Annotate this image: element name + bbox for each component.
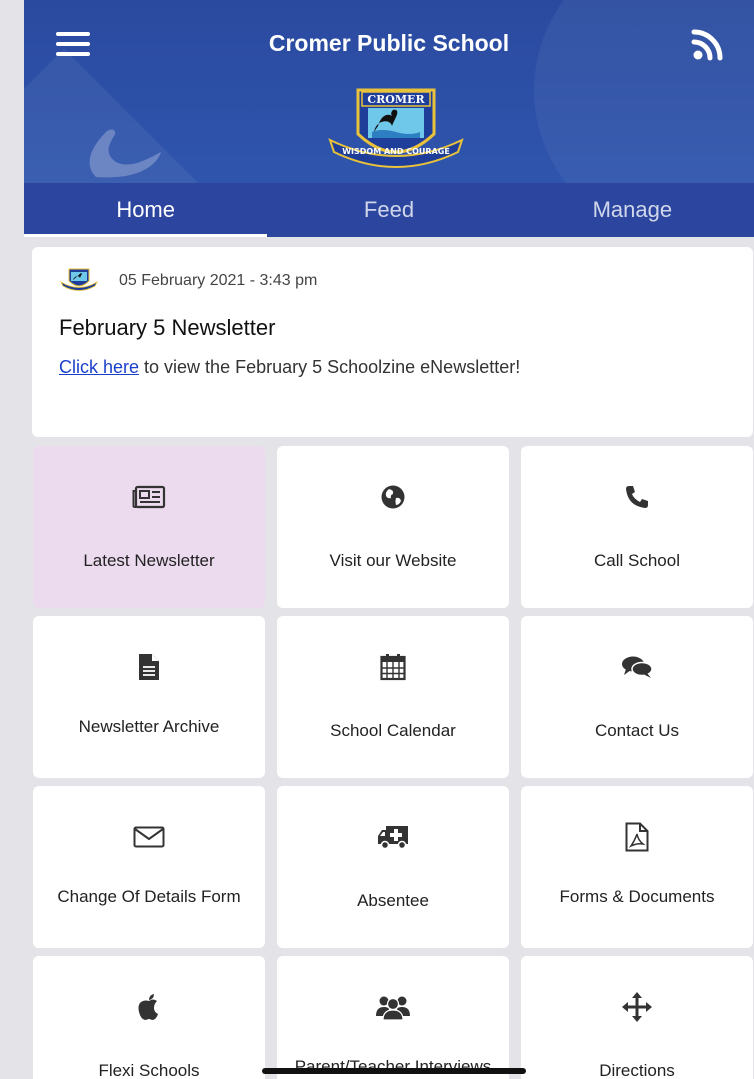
tile-label: Latest Newsletter bbox=[83, 551, 215, 571]
post-school-logo bbox=[60, 268, 98, 291]
tile-label: Contact Us bbox=[594, 721, 680, 741]
tile-absentee[interactable]: Absentee bbox=[277, 786, 509, 948]
crest-name-text: CROMER bbox=[367, 93, 425, 106]
post-body: Click here to view the February 5 School… bbox=[59, 357, 520, 378]
pdf-icon bbox=[625, 822, 649, 852]
tile-label: Directions bbox=[599, 1061, 675, 1079]
rss-feed-icon[interactable] bbox=[690, 28, 724, 62]
tile-flexi-schools[interactable]: Flexi Schools bbox=[33, 956, 265, 1079]
click-here-link[interactable]: Click here bbox=[59, 357, 139, 377]
tab-home[interactable]: Home bbox=[24, 183, 268, 237]
tile-change-of-details[interactable]: Change Of Details Form bbox=[33, 786, 265, 948]
tile-contact-us[interactable]: Contact Us bbox=[521, 616, 753, 778]
tile-label: Flexi Schools bbox=[98, 1061, 200, 1079]
school-crest-logo: CROMER WISDOM AND COURAGE bbox=[328, 88, 464, 168]
tile-newsletter-archive[interactable]: Newsletter Archive bbox=[33, 616, 265, 778]
chat-icon bbox=[622, 656, 653, 678]
home-indicator-bar[interactable] bbox=[262, 1068, 526, 1074]
tile-forms-documents[interactable]: Forms & Documents bbox=[521, 786, 753, 948]
tile-label: Forms & Documents bbox=[559, 887, 715, 907]
tile-label: Absentee bbox=[357, 891, 429, 911]
tile-parent-teacher-interviews[interactable]: Parent/Teacher Interviews bbox=[277, 956, 509, 1079]
tile-latest-newsletter[interactable]: Latest Newsletter bbox=[33, 446, 265, 608]
arrows-icon bbox=[622, 992, 652, 1022]
envelope-icon bbox=[133, 826, 165, 848]
post-title: February 5 Newsletter bbox=[59, 315, 276, 340]
tile-label: Visit our Website bbox=[329, 551, 457, 571]
post-body-text: to view the February 5 Schoolzine eNewsl… bbox=[139, 357, 521, 377]
app-header: Cromer Public School CROMER WISDOM AND C… bbox=[24, 0, 754, 183]
app-page: Cromer Public School CROMER WISDOM AND C… bbox=[24, 0, 754, 1079]
tile-directions[interactable]: Directions bbox=[521, 956, 753, 1079]
tile-label: School Calendar bbox=[330, 721, 456, 741]
tab-bar: Home Feed Manage bbox=[24, 183, 754, 237]
app-title: Cromer Public School bbox=[268, 30, 510, 56]
globe-icon bbox=[381, 485, 405, 509]
tile-label: Change Of Details Form bbox=[57, 887, 241, 907]
newspaper-icon bbox=[132, 485, 166, 509]
swan-watermark-icon bbox=[89, 129, 161, 178]
tile-visit-website[interactable]: Visit our Website bbox=[277, 446, 509, 608]
apple-icon bbox=[138, 994, 158, 1020]
crest-motto-text: WISDOM AND COURAGE bbox=[342, 147, 450, 156]
tab-feed[interactable]: Feed bbox=[267, 183, 510, 237]
document-icon bbox=[139, 654, 159, 680]
ambulance-icon bbox=[378, 826, 408, 850]
phone-icon bbox=[626, 486, 648, 508]
tile-label: Newsletter Archive bbox=[78, 717, 220, 737]
post-date: 05 February 2021 - 3:43 pm bbox=[119, 272, 318, 289]
users-icon bbox=[376, 996, 410, 1020]
calendar-icon bbox=[380, 654, 406, 681]
tab-manage[interactable]: Manage bbox=[511, 183, 754, 237]
tile-school-calendar[interactable]: School Calendar bbox=[277, 616, 509, 778]
tile-call-school[interactable]: Call School bbox=[521, 446, 753, 608]
tile-label: Call School bbox=[594, 551, 680, 571]
news-post-card[interactable]: 05 February 2021 - 3:43 pm February 5 Ne… bbox=[32, 247, 753, 437]
